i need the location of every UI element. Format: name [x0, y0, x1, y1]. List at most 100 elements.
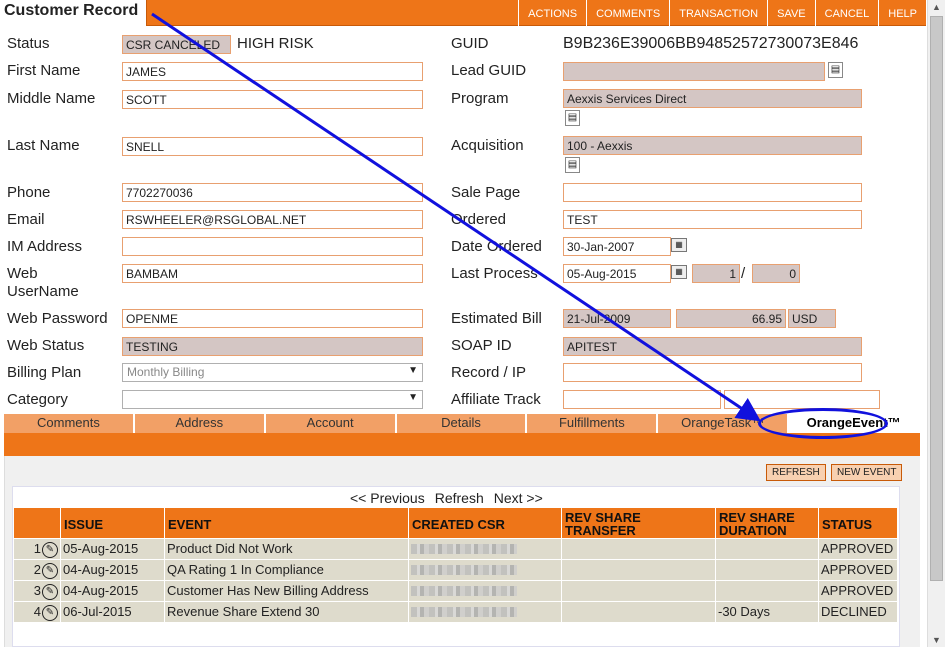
table-row[interactable]: 1 ✎ 05-Aug-2015 Product Did Not Work APPR… [14, 539, 898, 560]
affiliate-track-label: Affiliate Track [451, 391, 541, 408]
edit-icon[interactable]: ✎ [42, 604, 58, 621]
tab-fulfillments[interactable]: Fulfillments [527, 414, 659, 433]
issue-cell: 04-Aug-2015 [61, 581, 165, 601]
status-cell: DECLINED [819, 602, 898, 622]
event-cell: QA Rating 1 In Compliance [165, 560, 409, 580]
tab-account[interactable]: Account [265, 414, 397, 433]
row-number: 4 [33, 604, 41, 619]
ordered-field[interactable]: TEST [563, 210, 862, 229]
date-ordered-label: Date Ordered [451, 238, 542, 255]
tab-address[interactable]: Address [134, 414, 266, 433]
tab-details[interactable]: Details [396, 414, 528, 433]
billing-plan-select[interactable]: Monthly Billing ▼ [122, 363, 423, 382]
issue-cell: 06-Jul-2015 [61, 602, 165, 622]
menu-cancel[interactable]: CANCEL [814, 0, 879, 26]
menu-comments[interactable]: COMMENTS [586, 0, 669, 26]
edit-icon[interactable]: ✎ [42, 583, 58, 600]
lookup-icon[interactable]: ▤ [828, 62, 843, 78]
category-select[interactable]: ▼ [122, 390, 423, 409]
phone-field[interactable]: 7702270036 [122, 183, 423, 202]
affiliate-track-field-2[interactable] [724, 390, 880, 409]
status-cell: APPROVED [819, 560, 898, 580]
top-menu: ACTIONS COMMENTS TRANSACTION SAVE CANCEL… [518, 0, 926, 26]
redacted-text [411, 544, 517, 554]
row-number: 3 [33, 583, 41, 598]
column-header-rev-share-transfer[interactable]: REV SHARE TRANSFER [562, 508, 716, 538]
sale-page-label: Sale Page [451, 184, 521, 201]
lookup-icon[interactable]: ▤ [565, 157, 580, 173]
menu-transaction[interactable]: TRANSACTION [669, 0, 767, 26]
table-header: ISSUE EVENT CREATED CSR REV SHARE TRANSF… [14, 508, 898, 538]
edit-icon[interactable]: ✎ [42, 541, 58, 558]
refresh-link[interactable]: Refresh [435, 490, 484, 506]
row-index-cell: 2 ✎ [14, 560, 61, 580]
rev-share-duration-cell [716, 581, 819, 601]
process-separator: / [741, 265, 746, 282]
acquisition-field: 100 - Aexxis [563, 136, 862, 155]
guid-label: GUID [451, 35, 489, 52]
last-process-field[interactable]: 05-Aug-2015 [563, 264, 671, 283]
rev-share-transfer-cell [562, 560, 716, 580]
phone-label: Phone [7, 184, 51, 201]
acquisition-label: Acquisition [451, 137, 524, 154]
table-row[interactable]: 4 ✎ 06-Jul-2015 Revenue Share Extend 30 -… [14, 602, 898, 623]
date-ordered-field[interactable]: 30-Jan-2007 [563, 237, 671, 256]
bill-amount-field: 66.95 [676, 309, 786, 328]
column-header-created-csr[interactable]: CREATED CSR [409, 508, 562, 538]
next-link[interactable]: Next >> [494, 490, 543, 506]
first-name-field[interactable]: JAMES [122, 62, 423, 81]
created-csr-cell [409, 539, 562, 559]
risk-text: HIGH RISK [237, 35, 314, 52]
menu-actions[interactable]: ACTIONS [518, 0, 586, 26]
sale-page-field[interactable] [563, 183, 862, 202]
scroll-down-icon[interactable]: ▼ [932, 635, 941, 645]
edit-icon[interactable]: ✎ [42, 562, 58, 579]
im-address-field[interactable] [122, 237, 423, 256]
calendar-icon[interactable]: ▦ [671, 265, 687, 279]
row-number: 1 [33, 541, 41, 556]
table-row[interactable]: 3 ✎ 04-Aug-2015 Customer Has New Billing … [14, 581, 898, 602]
scroll-thumb[interactable] [930, 16, 943, 581]
last-name-label: Last Name [7, 137, 80, 154]
scroll-up-icon[interactable]: ▲ [932, 2, 941, 12]
event-cell: Product Did Not Work [165, 539, 409, 559]
issue-cell: 04-Aug-2015 [61, 560, 165, 580]
web-status-label: Web Status [7, 337, 85, 354]
menu-help[interactable]: HELP [878, 0, 926, 26]
column-header-event[interactable]: EVENT [165, 508, 409, 538]
program-field: Aexxis Services Direct [563, 89, 862, 108]
web-username-field[interactable]: BAMBAM [122, 264, 423, 283]
table-row[interactable]: 2 ✎ 04-Aug-2015 QA Rating 1 In Compliance… [14, 560, 898, 581]
vertical-scrollbar[interactable]: ▲ ▼ [927, 0, 945, 647]
bill-date-field: 21-Jul-2009 [563, 309, 671, 328]
process-count-field: 1 [692, 264, 740, 283]
web-password-field[interactable]: OPENME [122, 309, 423, 328]
column-header-issue[interactable]: ISSUE [61, 508, 165, 538]
middle-name-label: Middle Name [7, 90, 96, 107]
previous-link[interactable]: << Previous [350, 490, 425, 506]
column-header-rev-share-duration[interactable]: REV SHARE DURATION [716, 508, 819, 538]
affiliate-track-field[interactable] [563, 390, 721, 409]
email-field[interactable]: RSWHEELER@RSGLOBAL.NET [122, 210, 423, 229]
created-csr-cell [409, 602, 562, 622]
menu-save[interactable]: SAVE [767, 0, 815, 26]
web-username-label-1: Web [7, 265, 38, 282]
record-ip-label: Record / IP [451, 364, 527, 381]
rev-share-transfer-cell [562, 539, 716, 559]
column-header-status[interactable]: STATUS [819, 508, 898, 538]
program-label: Program [451, 90, 509, 107]
refresh-button[interactable]: REFRESH [766, 464, 826, 481]
middle-name-field[interactable]: SCOTT [122, 90, 423, 109]
billing-plan-value: Monthly Billing [127, 365, 205, 379]
chevron-down-icon: ▼ [408, 365, 418, 376]
billing-plan-label: Billing Plan [7, 364, 82, 381]
record-ip-field[interactable] [563, 363, 862, 382]
tab-comments[interactable]: Comments [4, 414, 135, 433]
calendar-icon[interactable]: ▦ [671, 238, 687, 252]
created-csr-cell [409, 560, 562, 580]
status-cell: APPROVED [819, 581, 898, 601]
new-event-button[interactable]: NEW EVENT [831, 464, 903, 481]
lookup-icon[interactable]: ▤ [565, 110, 580, 126]
redacted-text [411, 565, 517, 575]
last-name-field[interactable]: SNELL [122, 137, 423, 156]
